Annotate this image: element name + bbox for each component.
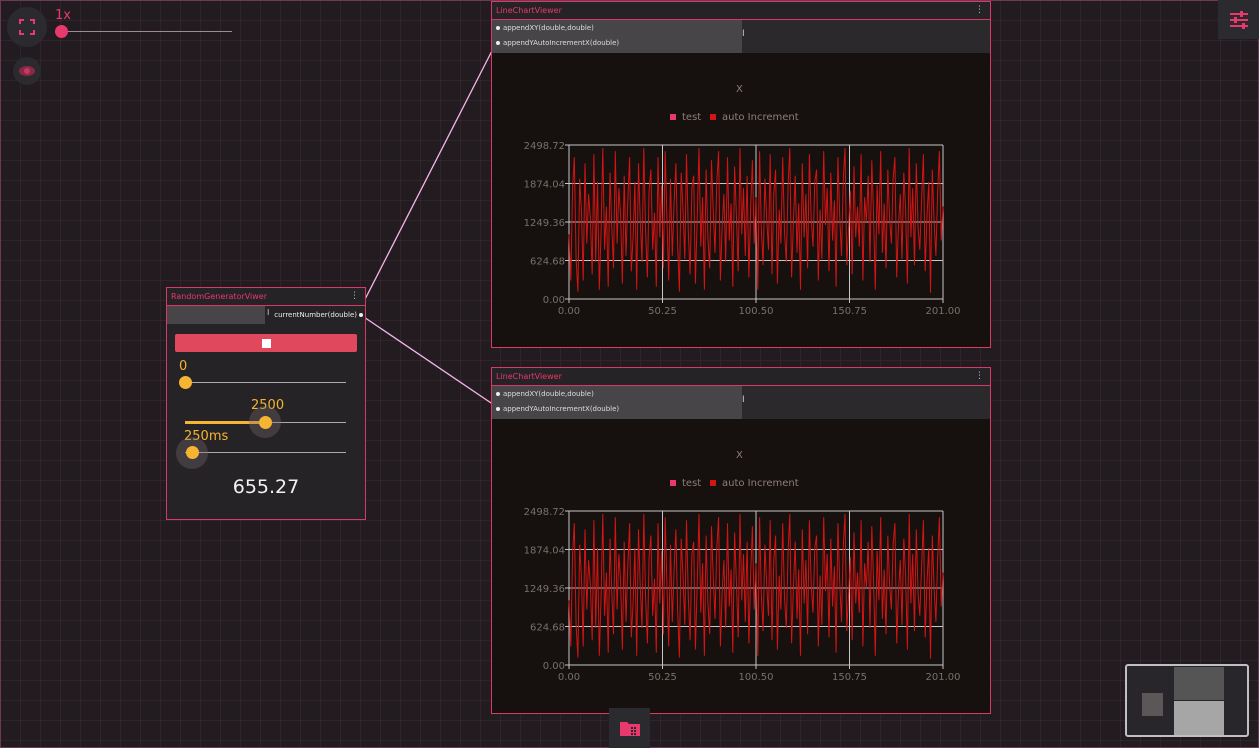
port-dot[interactable] [496, 26, 500, 30]
output-port-label: currentNumber(double) [274, 311, 357, 319]
node-menu-icon[interactable]: ⋮ [975, 368, 984, 385]
max-slider-thumb[interactable] [259, 416, 272, 429]
node-title[interactable]: RandomGeneratorViwer ⋮ [167, 288, 365, 306]
cursor-marker: I [742, 29, 745, 39]
input-port-appendy[interactable]: appendYAutoIncrementX(double) [492, 35, 619, 51]
dashboard-icon [619, 722, 640, 736]
ports-panel-right [742, 20, 990, 53]
x-tick-label: 100.50 [739, 672, 774, 683]
y-tick-label: 1874.04 [524, 180, 565, 191]
connection-wire-bottom[interactable] [357, 312, 498, 408]
speed-label: 1x [55, 8, 71, 23]
speed-slider-thumb[interactable] [55, 25, 68, 38]
input-port-appendxy[interactable]: appendXY(double,double) [492, 386, 594, 402]
y-tick-label: 624.68 [530, 623, 565, 634]
visibility-button[interactable] [13, 57, 41, 85]
interval-slider-track[interactable] [185, 452, 346, 453]
y-tick-label: 2498.72 [524, 141, 565, 152]
port-dot[interactable] [496, 41, 500, 45]
y-tick-label: 2498.72 [524, 507, 565, 518]
x-tick-label: 201.00 [926, 306, 961, 317]
minimap-node-generator [1142, 693, 1163, 716]
x-tick-label: 150.75 [832, 306, 867, 317]
minimap[interactable] [1125, 664, 1249, 737]
port-label: appendYAutoIncrementX(double) [503, 405, 620, 413]
ports-block: I appendXY(double,double) appendYAutoInc… [492, 386, 990, 419]
output-port-dot[interactable] [359, 313, 363, 317]
eye-icon [19, 66, 35, 76]
x-tick-label: 50.25 [648, 306, 677, 317]
cursor-marker: I [742, 395, 745, 405]
port-dot[interactable] [496, 407, 500, 411]
node-title-text: LineChartViewer [496, 372, 562, 381]
input-port-area [167, 306, 265, 324]
chart-area: X test auto Increment 0.00 50.25 100.50 150… [492, 53, 990, 347]
connection-wire-top[interactable] [357, 40, 498, 314]
node-menu-icon[interactable]: ⋮ [975, 2, 984, 19]
y-tick-label: 624.68 [530, 257, 565, 268]
node-title-text: LineChartViewer [496, 6, 562, 15]
x-tick-label: 150.75 [832, 672, 867, 683]
cursor-marker: I [267, 308, 270, 317]
y-tick-label: 1249.36 [524, 218, 565, 229]
minimap-node-chart-bottom [1174, 701, 1224, 735]
input-port-appendxy[interactable]: appendXY(double,double) [492, 20, 594, 36]
random-generator-node[interactable]: RandomGeneratorViwer ⋮ I currentNumber(d… [166, 287, 366, 520]
x-tick-label: 0.00 [558, 306, 580, 317]
port-label: appendXY(double,double) [503, 24, 594, 32]
port-dot[interactable] [496, 392, 500, 396]
tune-icon [1229, 10, 1248, 29]
y-tick-label: 0.00 [543, 661, 565, 672]
speed-slider-track[interactable] [62, 31, 232, 32]
min-slider-thumb[interactable] [179, 376, 192, 389]
node-title[interactable]: LineChartViewer ⋮ [492, 2, 990, 20]
stop-icon [261, 338, 271, 348]
input-port-appendy[interactable]: appendYAutoIncrementX(double) [492, 401, 619, 417]
y-tick-label: 0.00 [543, 295, 565, 306]
x-tick-label: 201.00 [926, 672, 961, 683]
dashboard-button[interactable] [609, 708, 650, 748]
interval-slider-thumb[interactable] [186, 446, 199, 459]
port-label: appendYAutoIncrementX(double) [503, 39, 620, 47]
line-chart-viewer-node[interactable]: LineChartViewer ⋮ I appendXY(double,doub… [491, 1, 991, 348]
output-port[interactable]: currentNumber(double) [274, 306, 365, 324]
line-chart-viewer-node[interactable]: LineChartViewer ⋮ I appendXY(double,doub… [491, 367, 991, 714]
line-chart: 0.00 50.25 100.50 150.75 201.00 0.00 624.68 124… [524, 141, 961, 317]
settings-button[interactable] [1218, 0, 1259, 39]
ports-block: I appendXY(double,double) appendYAutoInc… [492, 20, 990, 53]
node-title[interactable]: LineChartViewer ⋮ [492, 368, 990, 386]
port-row: I currentNumber(double) [167, 306, 365, 324]
line-chart: 0.00 50.25 100.50 150.75 201.00 0.00 624.68 124… [524, 507, 961, 683]
node-title-text: RandomGeneratorViwer [171, 292, 268, 301]
min-slider-label: 0 [179, 359, 188, 374]
chart-area: X test auto Increment 0.00 50.25 100.50 150… [492, 419, 990, 713]
x-tick-label: 0.00 [558, 672, 580, 683]
min-slider-track[interactable] [185, 382, 346, 383]
y-tick-label: 1249.36 [524, 584, 565, 595]
stop-button[interactable] [175, 334, 357, 352]
x-tick-label: 100.50 [739, 306, 774, 317]
y-tick-label: 1874.04 [524, 546, 565, 557]
fullscreen-icon [19, 19, 35, 35]
fullscreen-button[interactable] [7, 7, 47, 47]
current-value: 655.27 [232, 476, 300, 498]
port-label: appendXY(double,double) [503, 390, 594, 398]
x-tick-label: 50.25 [648, 672, 677, 683]
ports-panel-right [742, 386, 990, 419]
minimap-node-chart-top [1174, 667, 1224, 700]
node-menu-icon[interactable]: ⋮ [350, 288, 359, 305]
